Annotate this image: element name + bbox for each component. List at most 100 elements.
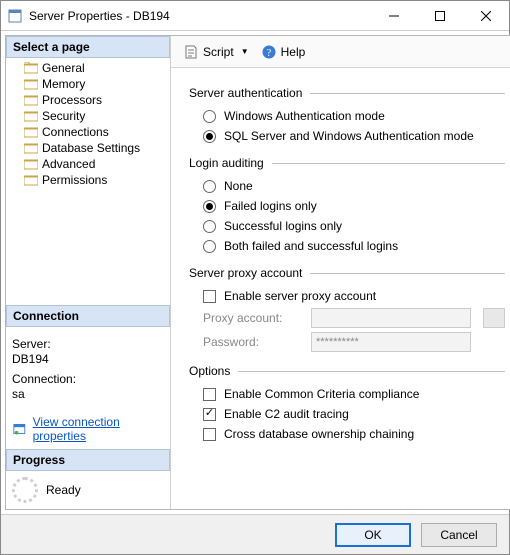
page-label: Processors bbox=[42, 93, 102, 107]
radio-label: Windows Authentication mode bbox=[224, 109, 385, 123]
ok-label: OK bbox=[364, 528, 381, 542]
progress-header: Progress bbox=[6, 449, 170, 471]
radio-label: None bbox=[224, 179, 253, 193]
footer: OK Cancel bbox=[1, 514, 509, 554]
minimize-icon bbox=[389, 11, 399, 21]
cancel-label: Cancel bbox=[440, 528, 477, 542]
page-icon bbox=[24, 62, 38, 74]
radio-sql-windows-auth[interactable]: SQL Server and Windows Authentication mo… bbox=[189, 126, 505, 146]
help-icon: ? bbox=[261, 44, 277, 60]
page-label: Database Settings bbox=[42, 141, 140, 155]
divider bbox=[310, 93, 505, 94]
script-icon bbox=[183, 44, 199, 60]
titlebar: Server Properties - DB194 bbox=[1, 1, 509, 31]
server-properties-window: Server Properties - DB194 Select a page … bbox=[0, 0, 510, 555]
page-icon bbox=[24, 94, 38, 106]
page-label: Advanced bbox=[42, 157, 95, 171]
properties-icon bbox=[12, 421, 27, 437]
radio-label: Failed logins only bbox=[224, 199, 317, 213]
group-title-proxy: Server proxy account bbox=[189, 266, 302, 280]
page-label: Security bbox=[42, 109, 85, 123]
divider bbox=[238, 371, 505, 372]
close-icon bbox=[481, 11, 491, 21]
ok-button[interactable]: OK bbox=[335, 523, 411, 547]
group-title-audit: Login auditing bbox=[189, 156, 264, 170]
proxy-password-label: Password: bbox=[203, 335, 303, 349]
radio-icon bbox=[203, 240, 216, 253]
connection-info: Server: DB194 Connection: sa bbox=[6, 327, 170, 409]
checkbox-c2-audit[interactable]: Enable C2 audit tracing bbox=[189, 404, 505, 424]
page-connections[interactable]: Connections bbox=[6, 124, 170, 140]
checkbox-enable-proxy[interactable]: Enable server proxy account bbox=[189, 286, 505, 306]
minimize-button[interactable] bbox=[371, 1, 417, 31]
radio-label: SQL Server and Windows Authentication mo… bbox=[224, 129, 474, 143]
view-connection-properties-link[interactable]: View connection properties bbox=[33, 415, 164, 443]
radio-icon bbox=[203, 110, 216, 123]
page-database-settings[interactable]: Database Settings bbox=[6, 140, 170, 156]
page-list: General Memory Processors Security Conne… bbox=[6, 58, 170, 190]
cancel-button[interactable]: Cancel bbox=[421, 523, 497, 547]
chevron-down-icon: ▼ bbox=[241, 47, 249, 56]
group-server-proxy: Server proxy account Enable server proxy… bbox=[189, 266, 505, 354]
checkbox-label: Enable C2 audit tracing bbox=[224, 407, 349, 421]
script-label: Script bbox=[203, 45, 234, 59]
page-security[interactable]: Security bbox=[6, 108, 170, 124]
group-options: Options Enable Common Criteria complianc… bbox=[189, 364, 505, 444]
close-button[interactable] bbox=[463, 1, 509, 31]
page-processors[interactable]: Processors bbox=[6, 92, 170, 108]
database-icon bbox=[7, 8, 23, 24]
page-label: Memory bbox=[42, 77, 85, 91]
page-icon bbox=[24, 174, 38, 186]
radio-windows-auth[interactable]: Windows Authentication mode bbox=[189, 106, 505, 126]
page-permissions[interactable]: Permissions bbox=[6, 172, 170, 188]
page-icon bbox=[24, 158, 38, 170]
right-pane: Script ▼ ? Help Server authentication bbox=[171, 36, 510, 509]
progress-box: Ready bbox=[6, 471, 170, 509]
maximize-icon bbox=[435, 11, 445, 21]
radio-audit-none[interactable]: None bbox=[189, 176, 505, 196]
divider bbox=[310, 273, 505, 274]
radio-audit-success[interactable]: Successful logins only bbox=[189, 216, 505, 236]
svg-text:?: ? bbox=[266, 48, 271, 59]
checkbox-cross-db[interactable]: Cross database ownership chaining bbox=[189, 424, 505, 444]
page-memory[interactable]: Memory bbox=[6, 76, 170, 92]
checkbox-label: Cross database ownership chaining bbox=[224, 427, 414, 441]
radio-audit-both[interactable]: Both failed and successful logins bbox=[189, 236, 505, 256]
group-server-authentication: Server authentication Windows Authentica… bbox=[189, 86, 505, 146]
checkbox-icon bbox=[203, 388, 216, 401]
help-label: Help bbox=[281, 45, 306, 59]
checkbox-label: Enable Common Criteria compliance bbox=[224, 387, 419, 401]
server-value: DB194 bbox=[12, 352, 164, 366]
toolbar: Script ▼ ? Help bbox=[171, 36, 510, 68]
checkbox-label: Enable server proxy account bbox=[224, 289, 376, 303]
maximize-button[interactable] bbox=[417, 1, 463, 31]
page-label: Connections bbox=[42, 125, 109, 139]
checkbox-common-criteria[interactable]: Enable Common Criteria compliance bbox=[189, 384, 505, 404]
radio-icon bbox=[203, 200, 216, 213]
select-page-header: Select a page bbox=[6, 36, 170, 58]
page-label: Permissions bbox=[42, 173, 107, 187]
radio-icon bbox=[203, 130, 216, 143]
divider bbox=[272, 163, 505, 164]
connection-header: Connection bbox=[6, 305, 170, 327]
page-general[interactable]: General bbox=[6, 60, 170, 76]
script-button[interactable]: Script ▼ bbox=[179, 42, 253, 62]
connection-label: Connection: bbox=[12, 372, 164, 386]
checkbox-icon bbox=[203, 290, 216, 303]
page-advanced[interactable]: Advanced bbox=[6, 156, 170, 172]
group-title-options: Options bbox=[189, 364, 230, 378]
checkbox-icon bbox=[203, 428, 216, 441]
radio-icon bbox=[203, 180, 216, 193]
window-title: Server Properties - DB194 bbox=[29, 9, 170, 23]
page-icon bbox=[24, 110, 38, 122]
radio-icon bbox=[203, 220, 216, 233]
proxy-password-input bbox=[311, 332, 471, 352]
radio-audit-failed[interactable]: Failed logins only bbox=[189, 196, 505, 216]
page-icon bbox=[24, 78, 38, 90]
group-login-auditing: Login auditing None Failed logins only S… bbox=[189, 156, 505, 256]
progress-status: Ready bbox=[46, 483, 81, 497]
server-label: Server: bbox=[12, 337, 164, 351]
left-pane: Select a page General Memory Processors … bbox=[6, 36, 171, 509]
proxy-account-label: Proxy account: bbox=[203, 311, 303, 325]
help-button[interactable]: ? Help bbox=[257, 42, 310, 62]
